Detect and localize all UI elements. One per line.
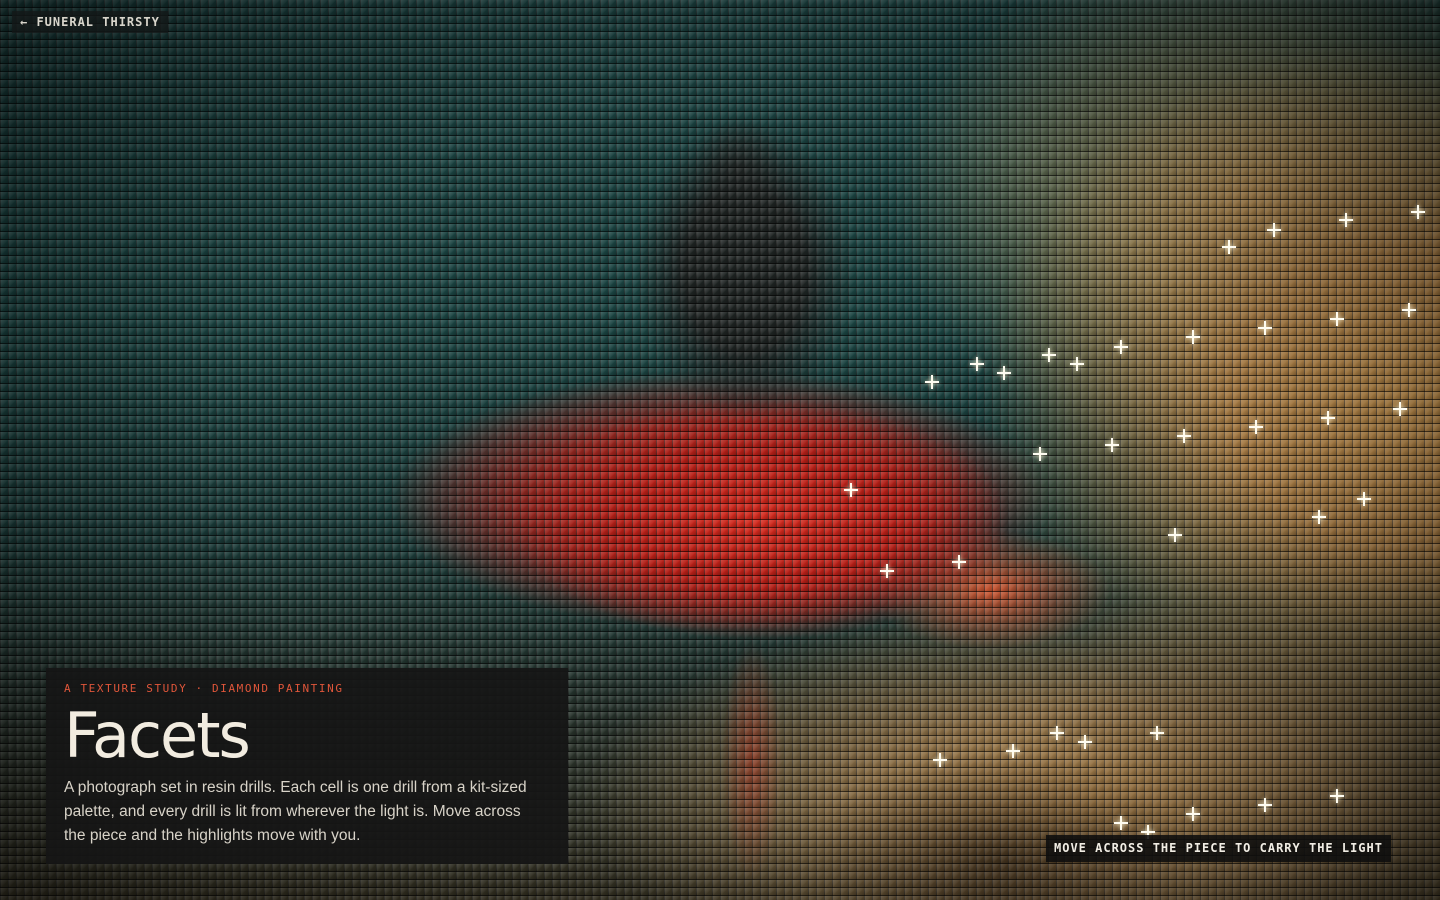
page-title: Facets xyxy=(64,699,251,772)
back-link[interactable]: ← FUNERAL THIRSTY xyxy=(12,11,168,33)
eyebrow-label: A TEXTURE STUDY · DIAMOND PAINTING xyxy=(64,682,344,695)
info-panel: A TEXTURE STUDY · DIAMOND PAINTING Facet… xyxy=(46,668,568,864)
diamond-painting-canvas[interactable]: ← FUNERAL THIRSTY A TEXTURE STUDY · DIAM… xyxy=(0,0,1440,900)
description-text: A photograph set in resin drills. Each c… xyxy=(64,779,527,844)
interaction-hint: MOVE ACROSS THE PIECE TO CARRY THE LIGHT xyxy=(1046,835,1391,862)
